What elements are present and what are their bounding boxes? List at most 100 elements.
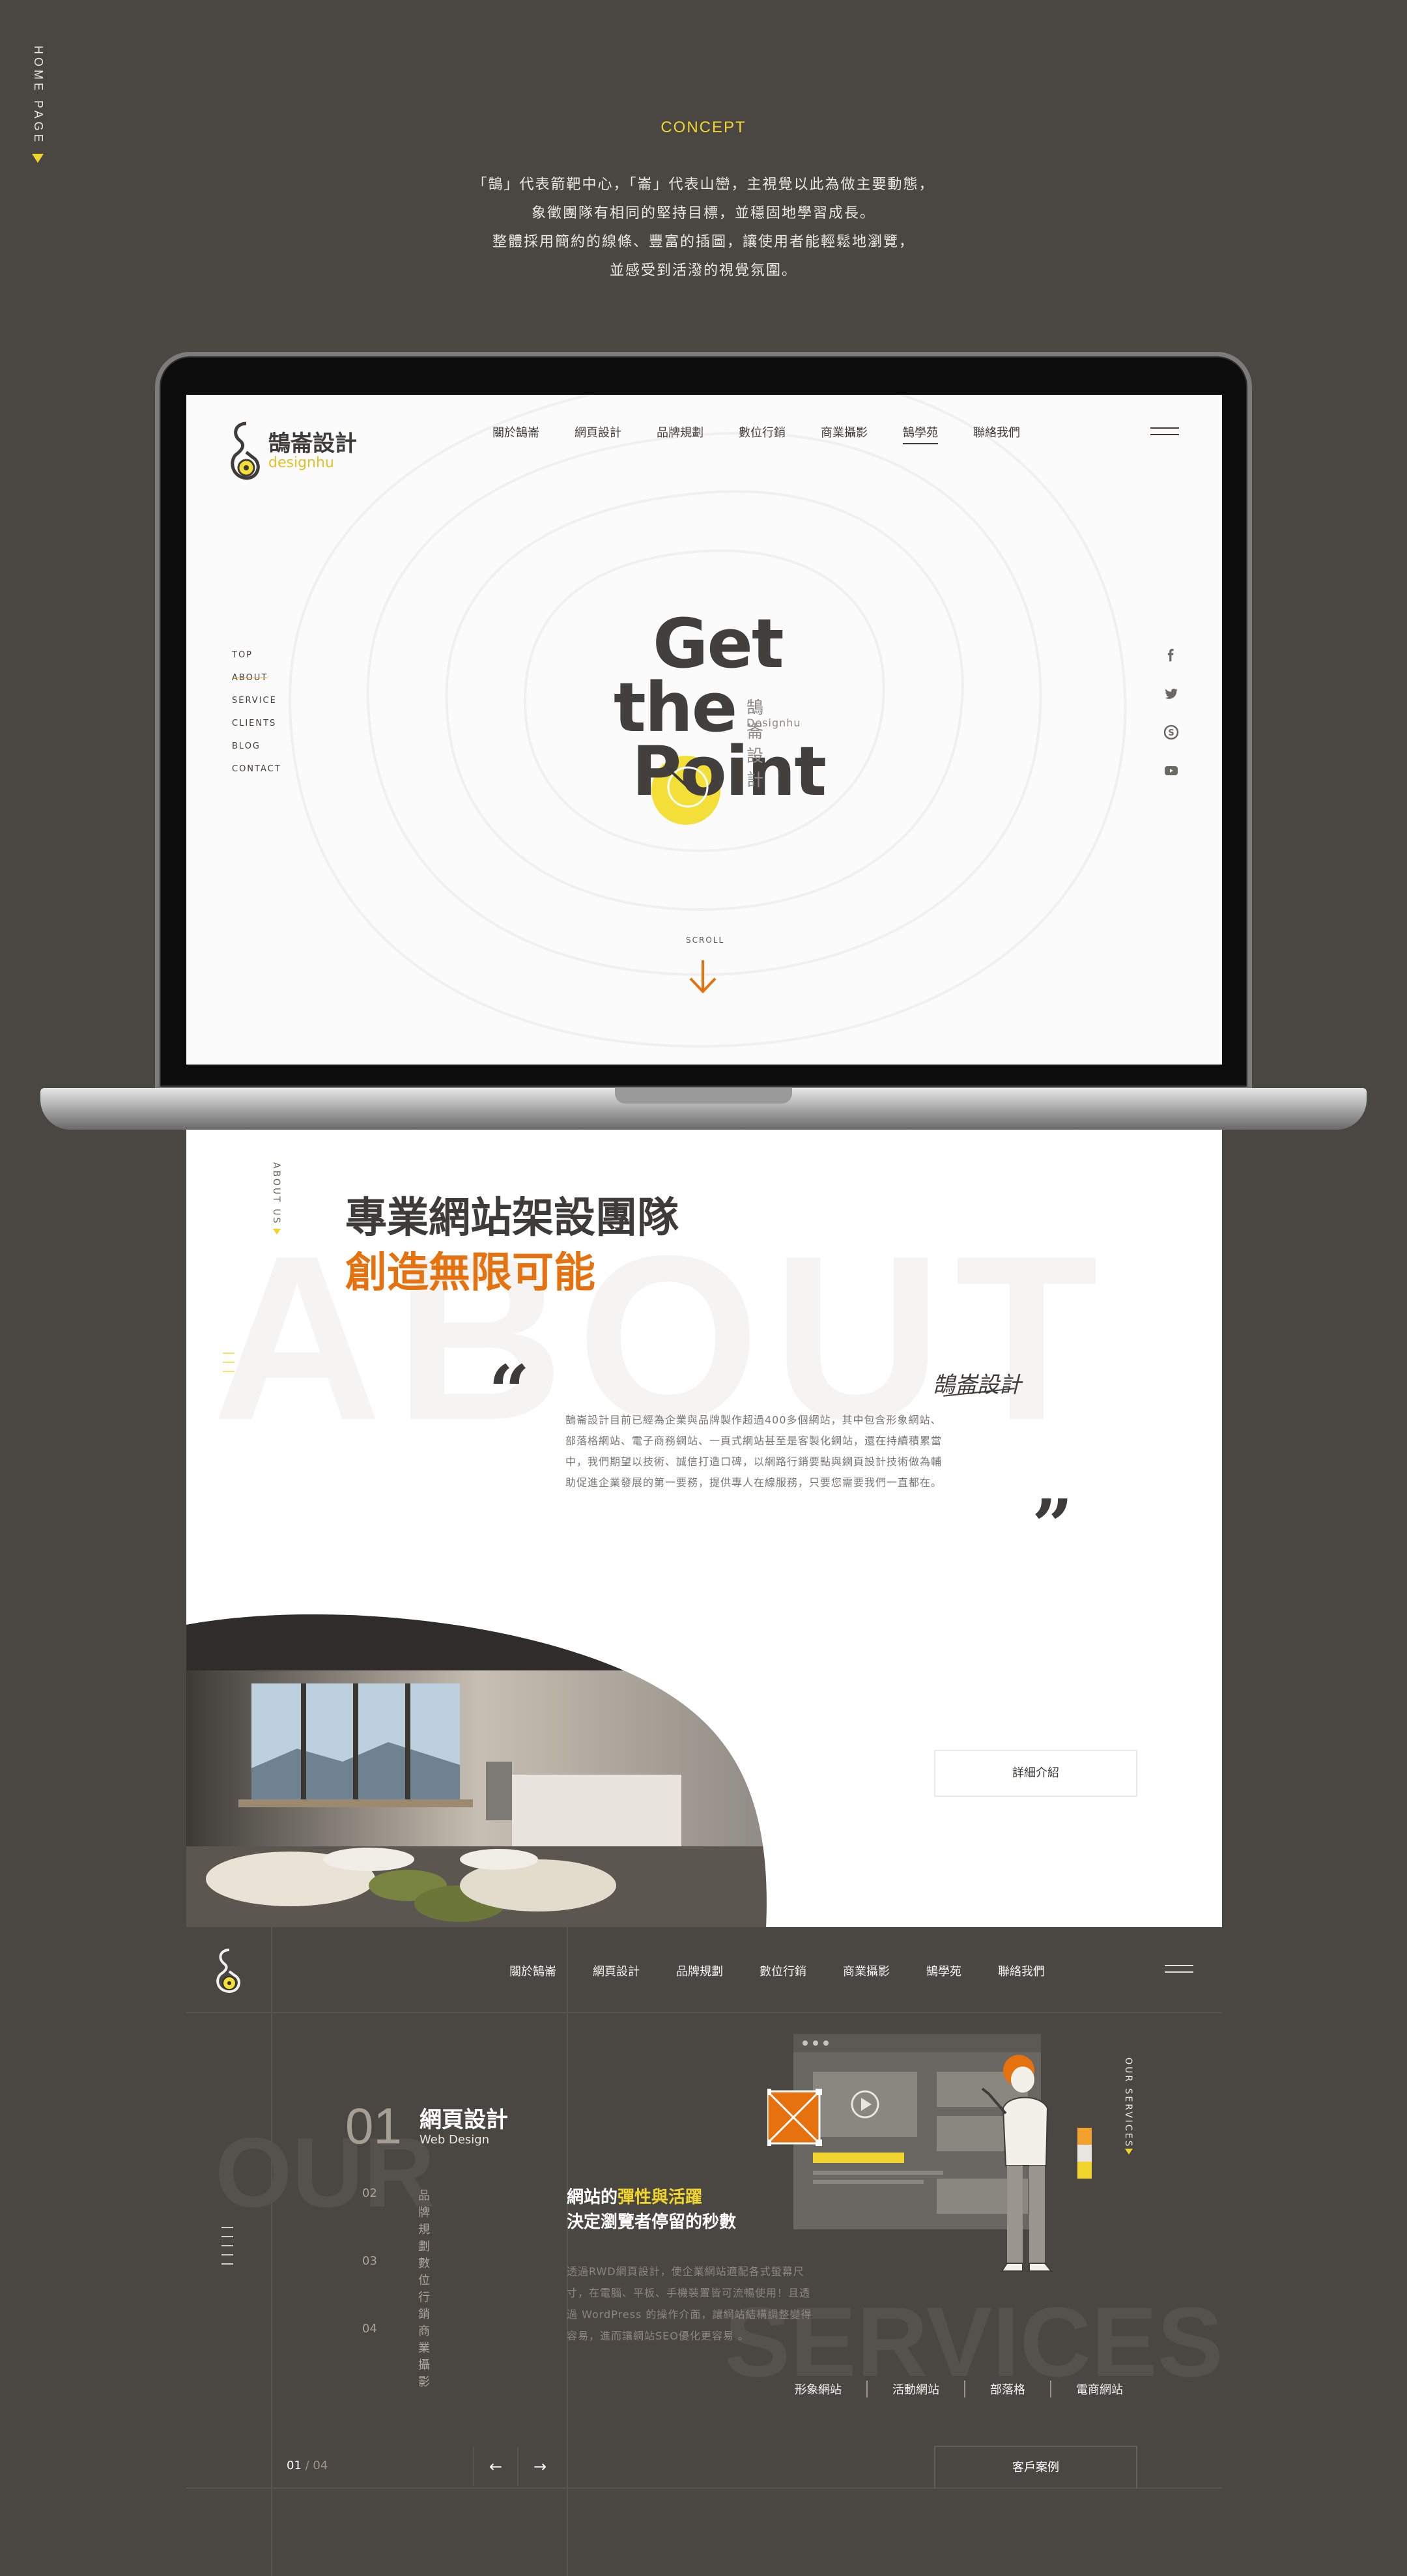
hero-line-3: Point — [632, 732, 827, 811]
grid-line — [567, 1927, 568, 2576]
nav-item-brand[interactable]: 品牌規劃 — [657, 423, 704, 444]
active-service-number: 01 — [345, 2097, 402, 2154]
scroll-down-arrow-icon[interactable] — [688, 959, 718, 994]
nav-item-brand[interactable]: 品牌規劃 — [676, 1962, 723, 1979]
service-item-title: 品牌規劃 — [418, 2189, 430, 2254]
active-service-title[interactable]: 網頁設計 — [419, 2102, 508, 2134]
hamburger-menu-icon[interactable] — [1165, 1965, 1193, 1978]
grid-line — [186, 2012, 1222, 2013]
concept-line: 「鵠」代表箭靶中心，「崙」代表山巒，主視覺以此為做主要動態， — [472, 177, 935, 193]
close-quote-icon: ” — [1032, 1483, 1073, 1567]
service-item-title: 數位行銷 — [418, 2257, 430, 2321]
svg-text:S: S — [1168, 728, 1174, 738]
anchor-contact[interactable]: CONTACT — [232, 764, 281, 787]
office-photo — [186, 1614, 767, 1927]
side-triangle-icon — [32, 154, 44, 163]
service-item-number: 03 — [362, 2254, 377, 2268]
about-paragraph-line: 部落格網站、電子商務網站、一頁式網站甚至是客製化網站，還在持續積累當 — [565, 1435, 943, 1447]
pager-total: / 04 — [305, 2459, 328, 2472]
about-tick-marks — [223, 1352, 234, 1380]
nav-item-marketing[interactable]: 數位行銷 — [760, 1962, 806, 1979]
logo-cn-text: 鵠崙設計 — [268, 431, 357, 457]
social-links: S — [1163, 648, 1179, 801]
twitter-icon[interactable] — [1163, 686, 1179, 702]
nav-item-photography[interactable]: 商業攝影 — [821, 423, 868, 444]
logo-mark-icon — [231, 422, 260, 480]
hamburger-menu-icon[interactable] — [1150, 427, 1179, 440]
concept-line: 象徵團隊有相同的堅持目標，並穩固地學習成長。 — [531, 205, 875, 222]
main-nav: 關於鵠崙 網頁設計 品牌規劃 數位行銷 商業攝影 鵠學苑 聯絡我們 — [492, 423, 1055, 444]
anchor-blog[interactable]: BLOG — [232, 741, 281, 764]
headline-highlight: 彈性與活躍 — [618, 2188, 703, 2207]
laptop-screen: 鵠崙設計 designhu 關於鵠崙 網頁設計 品牌規劃 數位行銷 商業攝影 鵠… — [186, 395, 1222, 1065]
anchor-about[interactable]: ABOUT — [232, 673, 281, 696]
concept-line: 整體採用簡約的線條、豐富的插圖，讓使用者能輕鬆地瀏覽， — [492, 234, 915, 250]
detail-button[interactable]: 詳細介紹 — [934, 1750, 1137, 1797]
nav-item-marketing[interactable]: 數位行銷 — [739, 423, 786, 444]
services-side-label: OUR SERVICES — [1123, 2057, 1133, 2149]
services-nav: 關於鵠崙 網頁設計 品牌規劃 數位行銷 商業攝影 鵠學苑 聯絡我們 — [509, 1962, 1081, 1979]
services-triangle-icon — [1125, 2149, 1133, 2154]
active-service-subtitle: Web Design — [419, 2133, 490, 2147]
services-tick-marks — [221, 2227, 233, 2272]
nav-item-photography[interactable]: 商業攝影 — [843, 1962, 890, 1979]
nav-item-academy[interactable]: 鵠學苑 — [903, 423, 938, 444]
pager-current: 01 — [287, 2459, 302, 2472]
youtube-icon[interactable] — [1163, 763, 1179, 779]
about-heading-accent: 創造無限可能 — [345, 1249, 595, 1297]
nav-item-contact[interactable]: 聯絡我們 — [973, 423, 1020, 444]
about-paragraph: 鵠崙設計目前已經為企業與品牌製作超過400多個網站，其中包含形象網站、 部落格網… — [565, 1410, 995, 1493]
services-headline-line2: 決定瀏覽者停留的秒數 — [567, 2212, 737, 2232]
anchor-service[interactable]: SERVICE — [232, 696, 281, 719]
logo-en-text: designhu — [268, 455, 334, 471]
grid-line — [271, 1927, 272, 2576]
service-item-title: 商業攝影 — [418, 2325, 430, 2389]
web-design-illustration — [767, 2034, 1092, 2272]
about-side-label: ABOUT US — [271, 1162, 281, 1225]
service-tag[interactable]: 部落格 — [964, 2381, 1050, 2397]
services-paragraph-line: 容易，進而讓網站SEO優化更容易 。 — [567, 2330, 749, 2342]
headline-pre: 網站的 — [567, 2188, 618, 2207]
arrow-target-icon — [666, 766, 709, 808]
about-paragraph-line: 助促進企業發展的第一要務，提供專人在線服務，只要您需要我們一直都在。 — [565, 1476, 943, 1489]
site-logo[interactable]: 鵠崙設計 designhu — [229, 421, 357, 481]
about-heading: 專業網站架設團隊 — [345, 1194, 679, 1242]
skype-icon[interactable]: S — [1163, 724, 1179, 740]
nav-item-web-design[interactable]: 網頁設計 — [575, 423, 621, 444]
hero-brand-en: Designhu — [746, 717, 801, 729]
services-logo-icon[interactable] — [215, 1948, 244, 1994]
service-tag[interactable]: 活動網站 — [866, 2381, 964, 2397]
signature: 鵠崙設計 — [933, 1372, 1021, 1398]
nav-item-about[interactable]: 關於鵠崙 — [492, 423, 539, 444]
scroll-label: SCROLL — [686, 936, 725, 945]
services-section: 關於鵠崙 網頁設計 品牌規劃 數位行銷 商業攝影 鵠學苑 聯絡我們 OUR SE… — [186, 1927, 1222, 2576]
nav-item-contact[interactable]: 聯絡我們 — [998, 1962, 1045, 1979]
nav-item-web-design[interactable]: 網頁設計 — [593, 1962, 640, 1979]
concept-line: 並感受到活潑的視覺氛圍。 — [609, 263, 797, 279]
prev-arrow-icon[interactable]: ← — [473, 2447, 517, 2486]
about-triangle-icon — [273, 1229, 281, 1235]
service-item-number: 04 — [362, 2322, 377, 2336]
client-cases-button[interactable]: 客戶案例 — [934, 2446, 1137, 2489]
concept-title: CONCEPT — [661, 119, 746, 136]
laptop-notch — [615, 1088, 792, 1104]
about-section: ABOUT ABOUT US 專業網站架設團隊 創造無限可能 “ 鵠崙設計 鵠崙… — [186, 1130, 1222, 1927]
service-item-number: 02 — [362, 2186, 377, 2200]
service-tag[interactable]: 電商網站 — [1050, 2381, 1148, 2397]
about-paragraph-line: 中，我們期望以技術、誠信打造口碑，以網路行銷要點與網頁設計技術做為輔 — [565, 1455, 943, 1468]
service-tag[interactable]: 形象網站 — [770, 2381, 866, 2397]
nav-item-about[interactable]: 關於鵠崙 — [509, 1962, 556, 1979]
open-quote-icon: “ — [489, 1349, 530, 1433]
section-anchor-nav: TOP ABOUT SERVICE CLIENTS BLOG CONTACT — [232, 650, 281, 787]
concept-text: 「鵠」代表箭靶中心，「崙」代表山巒，主視覺以此為做主要動態， 象徵團隊有相同的堅… — [0, 171, 1407, 285]
anchor-clients[interactable]: CLIENTS — [232, 719, 281, 741]
service-tags: 形象網站 活動網站 部落格 電商網站 — [770, 2381, 1148, 2397]
facebook-icon[interactable] — [1163, 648, 1179, 663]
nav-item-academy[interactable]: 鵠學苑 — [926, 1962, 961, 1979]
about-paragraph-line: 鵠崙設計目前已經為企業與品牌製作超過400多個網站，其中包含形象網站、 — [565, 1414, 942, 1426]
anchor-top[interactable]: TOP — [232, 650, 281, 673]
services-bg-word: OUR — [215, 2117, 435, 2228]
services-paragraph-line: 過 WordPress 的操作介面，讓網站結構調整變得 — [567, 2308, 812, 2321]
next-arrow-icon[interactable]: → — [517, 2447, 561, 2486]
pager: 01 / 04 — [287, 2459, 328, 2472]
